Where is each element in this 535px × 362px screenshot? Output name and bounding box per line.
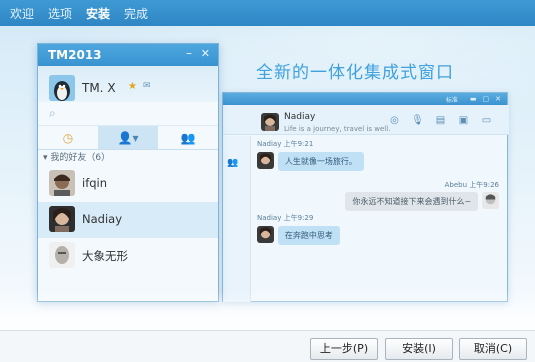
- minimize-icon[interactable]: –: [186, 46, 192, 60]
- message-time: 上午9:26: [469, 181, 499, 189]
- installer-step-bar: 欢迎 选项 安装 完成: [0, 0, 535, 26]
- message-time: 上午9:29: [283, 214, 314, 222]
- search-bar[interactable]: ⌕: [38, 102, 218, 126]
- step-options: 选项: [48, 6, 73, 21]
- chat-side-strip: 👥: [223, 136, 251, 302]
- contact-name: 大象无形: [82, 249, 128, 263]
- message-bubble: 人生就像一场旅行。: [277, 152, 364, 171]
- feature-headline: 全新的一体化集成式窗口: [256, 63, 454, 83]
- message-bubble: 你永远不知道接下来会遇到什么~: [345, 192, 479, 211]
- contacts-icon: 👤▾: [117, 130, 139, 145]
- contact-panel: TM2013 – ✕ TM. X ★ ✉ ⌕ ◷ 👤▾ 👥 ▾ 我的好友（6） …: [37, 43, 219, 302]
- message-meta: Abebu 上午9:26: [345, 180, 499, 190]
- search-icon: ⌕: [49, 106, 56, 120]
- contact-item-selected[interactable]: Nadiay: [38, 202, 218, 238]
- installer-button-bar: [0, 330, 535, 362]
- message-item: Nadiay 上午9:29 在奔跑中思考: [257, 213, 340, 245]
- chat-contact-signature: Life is a journey, travel is well.: [284, 125, 391, 133]
- message-item: Abebu 上午9:26 你永远不知道接下来会遇到什么~: [345, 180, 499, 211]
- chat-window-preview: 标准 ▬ ▢ ✕ Nadiay Life is a journey, trave…: [222, 92, 509, 302]
- bottom-fade: [0, 290, 535, 332]
- message-time: 上午9:21: [283, 140, 314, 148]
- minimize-icon: ▬: [469, 95, 477, 103]
- tab-recent[interactable]: ◷: [38, 126, 98, 149]
- message-meta: Nadiay 上午9:29: [257, 213, 340, 223]
- contacts-icon: 👥: [227, 158, 239, 168]
- user-profile: TM. X ★ ✉: [38, 66, 218, 102]
- message-sender: Nadiay: [257, 140, 282, 148]
- back-button[interactable]: 上一步(P): [310, 338, 378, 360]
- chat-toolbar: ◎ 🎙 ▤ ▣ ▭: [388, 115, 493, 126]
- clock-icon: ◷: [62, 130, 74, 145]
- app-title: TM2013: [48, 48, 102, 62]
- message-sender: Nadiay: [257, 214, 282, 222]
- message-meta: Nadiay 上午9:21: [257, 139, 499, 149]
- user-avatar[interactable]: [49, 75, 75, 101]
- step-finish: 完成: [124, 6, 149, 21]
- message-avatar: [482, 192, 499, 209]
- mail-icon[interactable]: ✉: [143, 81, 151, 91]
- tab-contacts[interactable]: 👤▾: [98, 126, 158, 149]
- friends-group-header[interactable]: ▾ 我的好友（6）: [38, 150, 218, 166]
- panel-tabs: ◷ 👤▾ 👥: [38, 126, 218, 150]
- close-icon: ✕: [495, 95, 501, 103]
- contact-panel-titlebar: TM2013 – ✕: [38, 44, 218, 66]
- tab-groups[interactable]: 👥: [158, 126, 218, 149]
- contact-item[interactable]: ifqin: [38, 166, 218, 202]
- user-name: TM. X: [82, 81, 116, 95]
- message-avatar: [257, 226, 274, 243]
- step-install: 安装: [86, 6, 111, 21]
- contact-name: ifqin: [82, 176, 108, 190]
- maximize-icon: ▢: [482, 95, 490, 103]
- message-bubble: 在奔跑中思考: [277, 226, 340, 245]
- contact-avatar: [49, 206, 75, 232]
- voice-call-icon[interactable]: 🎙: [411, 115, 424, 126]
- contact-avatar: [49, 170, 75, 196]
- screen-share-icon[interactable]: ▭: [480, 115, 493, 126]
- chat-window-titlebar-label: 标准: [445, 96, 458, 104]
- contact-item[interactable]: 大象无形: [38, 238, 218, 274]
- file-transfer-icon[interactable]: ▤: [434, 115, 447, 126]
- chat-contact-avatar: [261, 113, 279, 131]
- install-button[interactable]: 安装(I): [385, 338, 453, 360]
- video-call-icon[interactable]: ◎: [388, 115, 401, 126]
- star-icon[interactable]: ★: [128, 81, 137, 92]
- apps-icon[interactable]: ▣: [457, 115, 470, 126]
- group-icon: 👥: [180, 130, 196, 145]
- chat-contact-name: Nadiay: [284, 112, 316, 122]
- message-sender: Abebu: [444, 181, 468, 189]
- close-icon[interactable]: ✕: [201, 47, 210, 60]
- chat-header: Nadiay Life is a journey, travel is well…: [223, 105, 509, 135]
- chat-window-titlebar: 标准 ▬ ▢ ✕: [223, 93, 507, 105]
- step-welcome: 欢迎: [10, 6, 35, 21]
- message-avatar: [257, 152, 274, 169]
- cancel-button[interactable]: 取消(C): [459, 338, 527, 360]
- contact-avatar: [49, 242, 75, 268]
- contact-name: Nadiay: [82, 212, 122, 226]
